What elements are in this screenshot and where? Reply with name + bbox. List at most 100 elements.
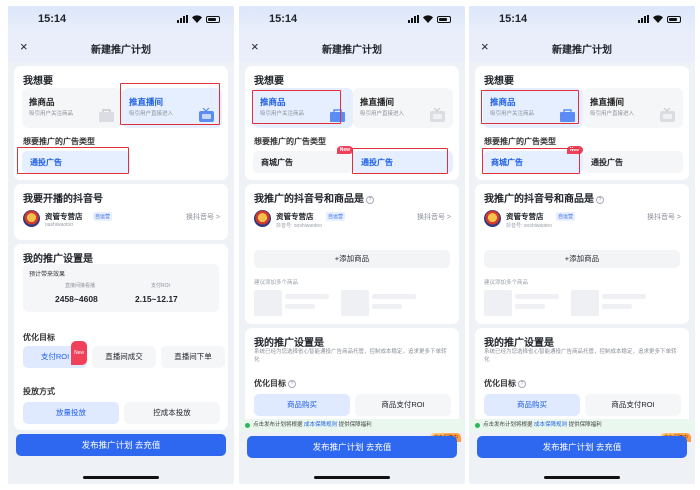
guarantee-rule-link[interactable]: 成本保障规则 — [304, 422, 337, 428]
publish-button[interactable]: 发布推广计划 去充值 — [477, 436, 687, 458]
bar-text: 点击发布计划将根据 — [253, 422, 303, 428]
goal-label: 支付ROI — [40, 352, 70, 361]
guarantee-bar: 点击发布计划将根据 成本保障规则 提供保障福利 — [469, 419, 695, 432]
adtype-title: 想要推广的广告类型 — [484, 137, 556, 146]
goal-label: 直播间下单 — [174, 352, 212, 361]
highlight-box — [352, 148, 448, 174]
option-desc: 吸引用户直接进入 — [590, 111, 635, 117]
settings-title: 我的推广设置是 — [254, 338, 324, 349]
switch-account-link[interactable]: 换抖音号 > — [186, 212, 220, 222]
product-placeholder — [341, 290, 369, 316]
goal-label: 商品购买 — [287, 400, 317, 409]
tv-icon — [660, 108, 675, 122]
help-icon[interactable]: ? — [366, 196, 374, 204]
settings-card: 我的推广设置是 系统已经为您选择省心智能通投广告商品托管，控制成本稳定，追求更多… — [245, 328, 459, 428]
account-title: 我推广的抖音号和商品是? — [484, 190, 604, 205]
method-title: 投放方式 — [23, 387, 55, 396]
highlight-box — [252, 90, 341, 124]
method-label: 控成本投放 — [153, 408, 191, 417]
goal-label: 商品购买 — [517, 400, 547, 409]
status-time: 15:14 — [499, 13, 528, 25]
guarantee-rule-link[interactable]: 成本保障规则 — [534, 422, 567, 428]
estimate-key: 直接间接看播 — [65, 283, 96, 289]
goal-option[interactable]: 直播间成交 — [92, 346, 156, 368]
goal-option[interactable]: 直播间下单 — [161, 346, 225, 368]
option-desc: 吸引用户关注商品 — [29, 111, 74, 117]
highlight-box — [481, 90, 579, 124]
nav-bar: × 新建推广计划 — [469, 32, 695, 62]
adtype-general-button[interactable]: 通投广告 — [583, 151, 683, 173]
account-id: 抖音号: ooshiwaoteo — [276, 223, 322, 229]
want-title: 我想要 — [23, 76, 53, 87]
wifi-icon — [653, 15, 663, 23]
goal-option[interactable]: 商品购买 — [254, 394, 350, 416]
goal-option[interactable]: 支付ROI New — [23, 341, 87, 368]
publish-button[interactable]: 发布推广计划 去充值 — [247, 436, 457, 458]
page-title: 新建推广计划 — [552, 45, 612, 56]
account-tag: 自运营 — [556, 212, 576, 221]
goal-title: 优化目标? — [484, 378, 526, 389]
help-icon[interactable]: ? — [596, 196, 604, 204]
option-title: 推直播间 — [590, 97, 625, 107]
goal-option[interactable]: 商品购买 — [484, 394, 580, 416]
battery-icon — [437, 15, 451, 23]
nav-bar: × 新建推广计划 — [8, 32, 234, 62]
account-id: oashiwaotoo — [45, 222, 74, 228]
estimate-value: 2458~4608 — [55, 294, 98, 304]
help-icon[interactable]: ? — [288, 380, 296, 388]
account-name: 资管专营店 — [506, 212, 544, 221]
product-placeholder — [372, 294, 416, 299]
method-option[interactable]: 控成本投放 — [124, 402, 220, 424]
product-placeholder — [254, 290, 282, 316]
estimate-key: 支付ROI — [151, 283, 170, 289]
account-id: 抖音号: ooshiwaoteo — [506, 223, 552, 229]
account-title: 我要开播的抖音号 — [23, 194, 103, 205]
account-name: 资管专营店 — [276, 212, 314, 221]
goal-option[interactable]: 商品支付ROI — [355, 394, 451, 416]
option-push-product[interactable]: 推商品 吸引用户关注商品 — [22, 88, 122, 128]
switch-account-link[interactable]: 换抖音号 > — [417, 212, 451, 222]
settings-title: 我的推广设置是 — [23, 254, 93, 265]
option-push-live[interactable]: 推直播间 吸引用户直接进入 — [353, 88, 453, 128]
phone-screen-3: 15:14 × 新建推广计划 我想要 推商品 吸引用户关注商品 推直播间 吸引用… — [469, 6, 695, 484]
product-placeholder — [372, 304, 402, 309]
goal-title-text: 优化目标 — [254, 379, 286, 388]
switch-account-link[interactable]: 换抖音号 > — [647, 212, 681, 222]
status-bar: 15:14 — [469, 6, 695, 32]
home-indicator — [83, 476, 159, 479]
account-title-text: 我推广的抖音号和商品是 — [484, 194, 594, 205]
guarantee-bar: 点击发布计划将根据 成本保障规则 提供保障福利 — [239, 419, 465, 432]
product-placeholder — [484, 290, 512, 316]
tv-icon — [430, 108, 445, 122]
account-card: 我推广的抖音号和商品是? 资管专营店 自运营 抖音号: ooshiwaoteo … — [245, 184, 459, 324]
avatar — [484, 210, 501, 227]
product-hint: 建议添加多个商品 — [254, 280, 299, 286]
want-title: 我想要 — [484, 76, 514, 87]
bag-icon — [99, 109, 114, 122]
signal-icon — [638, 15, 649, 23]
highlight-box — [482, 148, 580, 174]
account-card: 我推广的抖音号和商品是? 资管专营店 自运营 抖音号: ooshiwaoteo … — [475, 184, 689, 324]
add-product-button[interactable]: +添加商品 — [484, 250, 680, 268]
phone-screen-2: 15:14 × 新建推广计划 我想要 推商品 吸引用户关注商品 推直播间 吸引用… — [239, 6, 465, 484]
status-time: 15:14 — [269, 13, 298, 25]
option-push-live[interactable]: 推直播间 吸引用户直接进入 — [583, 88, 683, 128]
adtype-mall-button[interactable]: 商城广告 New — [253, 146, 353, 173]
estimate-value: 2.15~12.17 — [135, 294, 178, 304]
goal-label: 直播间成交 — [105, 352, 143, 361]
add-product-button[interactable]: +添加商品 — [254, 250, 450, 268]
settings-desc: 系统已经为您选择省心智能通投广告商品托管，控制成本稳定，追求更多下单转化 — [484, 349, 677, 363]
method-label: 放量投放 — [56, 408, 86, 417]
settings-card: 我的推广设置是 系统已经为您选择省心智能通投广告商品托管，控制成本稳定，追求更多… — [475, 328, 689, 428]
phone-screen-1: 15:14 × 新建推广计划 我想要 推商品 吸引用户关注商品 推直播间 吸引用… — [8, 6, 234, 484]
publish-button[interactable]: 发布推广计划 去充值 — [16, 434, 226, 456]
help-icon[interactable]: ? — [518, 380, 526, 388]
new-badge: New — [336, 146, 353, 154]
signal-icon — [177, 15, 188, 23]
option-title: 推商品 — [29, 97, 55, 107]
product-placeholder — [285, 294, 329, 299]
wifi-icon — [192, 15, 202, 23]
method-option[interactable]: 放量投放 — [23, 402, 119, 424]
option-desc: 吸引用户直接进入 — [360, 111, 405, 117]
goal-option[interactable]: 商品支付ROI — [585, 394, 681, 416]
